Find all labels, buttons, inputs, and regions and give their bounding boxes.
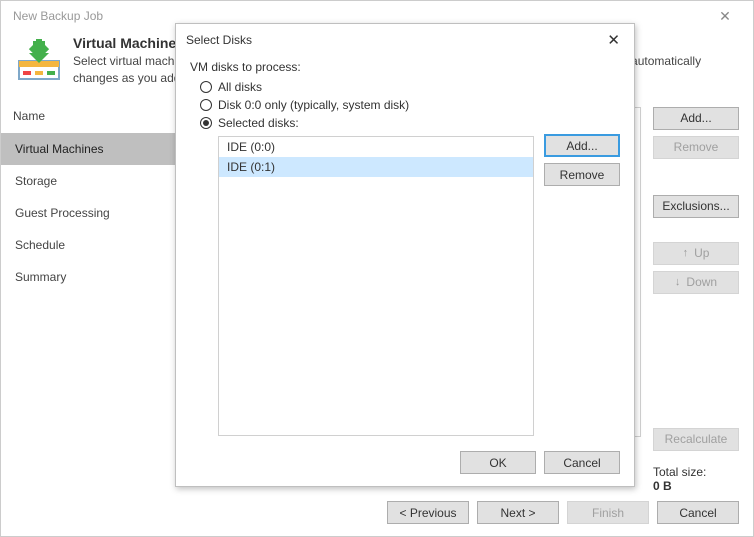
dialog-title: Select Disks [186,33,252,47]
radio-icon [200,81,212,93]
ok-button[interactable]: OK [460,451,536,474]
radio-icon [200,117,212,129]
close-icon[interactable]: ✕ [705,8,745,25]
dialog-close-icon[interactable]: ✕ [603,31,624,49]
recalculate-button: Recalculate [653,428,739,451]
wizard-step[interactable]: Virtual Machines [1,133,191,165]
steps-column-header: Name [1,101,191,133]
move-down-button: ↓ Down [653,271,739,294]
window-title: New Backup Job [9,9,103,23]
remove-button: Remove [653,136,739,159]
radio-all-disks-label: All disks [218,80,262,94]
wizard-step[interactable]: Storage [1,165,191,197]
dialog-content: VM disks to process: All disks Disk 0:0 … [190,60,534,441]
total-size-label: Total size: [653,465,739,479]
finish-button: Finish [567,501,649,524]
radio-all-disks[interactable]: All disks [190,78,534,96]
cancel-button[interactable]: Cancel [657,501,739,524]
wizard-step[interactable]: Guest Processing [1,197,191,229]
dialog-titlebar: Select Disks ✕ [176,24,634,56]
exclusions-button[interactable]: Exclusions... [653,195,739,218]
radio-disk-0-0[interactable]: Disk 0:0 only (typically, system disk) [190,96,534,114]
selected-disks-listbox[interactable]: IDE (0:0)IDE (0:1) [218,136,534,436]
radio-selected-disks[interactable]: Selected disks: [190,114,534,132]
next-button[interactable]: Next > [477,501,559,524]
wizard-footer: < Previous Next > Finish Cancel [1,489,753,536]
previous-button[interactable]: < Previous [387,501,469,524]
arrow-up-icon: ↑ [683,247,689,259]
dialog-remove-button[interactable]: Remove [544,163,620,186]
dialog-add-button[interactable]: Add... [544,134,620,157]
arrow-down-icon: ↓ [675,276,681,288]
wizard-steps: Name Virtual MachinesStorageGuest Proces… [1,101,191,493]
wizard-step[interactable]: Summary [1,261,191,293]
move-up-label: Up [694,246,709,260]
move-up-button: ↑ Up [653,242,739,265]
main-actions: Add... Remove Exclusions... ↑ Up ↓ Down … [653,101,753,493]
radio-selected-disks-label: Selected disks: [218,116,299,130]
select-disks-dialog: Select Disks ✕ VM disks to process: All … [175,23,635,487]
disk-group-label: VM disks to process: [190,60,534,74]
vm-wizard-icon [15,35,63,83]
dialog-cancel-button[interactable]: Cancel [544,451,620,474]
radio-icon [200,99,212,111]
dialog-side-actions: Add... Remove [534,60,620,441]
add-button[interactable]: Add... [653,107,739,130]
dialog-footer: OK Cancel [176,441,634,486]
disk-list-row[interactable]: IDE (0:0) [219,137,533,157]
disk-list-row[interactable]: IDE (0:1) [219,157,533,177]
main-window: New Backup Job ✕ Virtual Machines Select… [0,0,754,537]
move-down-label: Down [686,275,717,289]
radio-disk-0-0-label: Disk 0:0 only (typically, system disk) [218,98,409,112]
wizard-step[interactable]: Schedule [1,229,191,261]
